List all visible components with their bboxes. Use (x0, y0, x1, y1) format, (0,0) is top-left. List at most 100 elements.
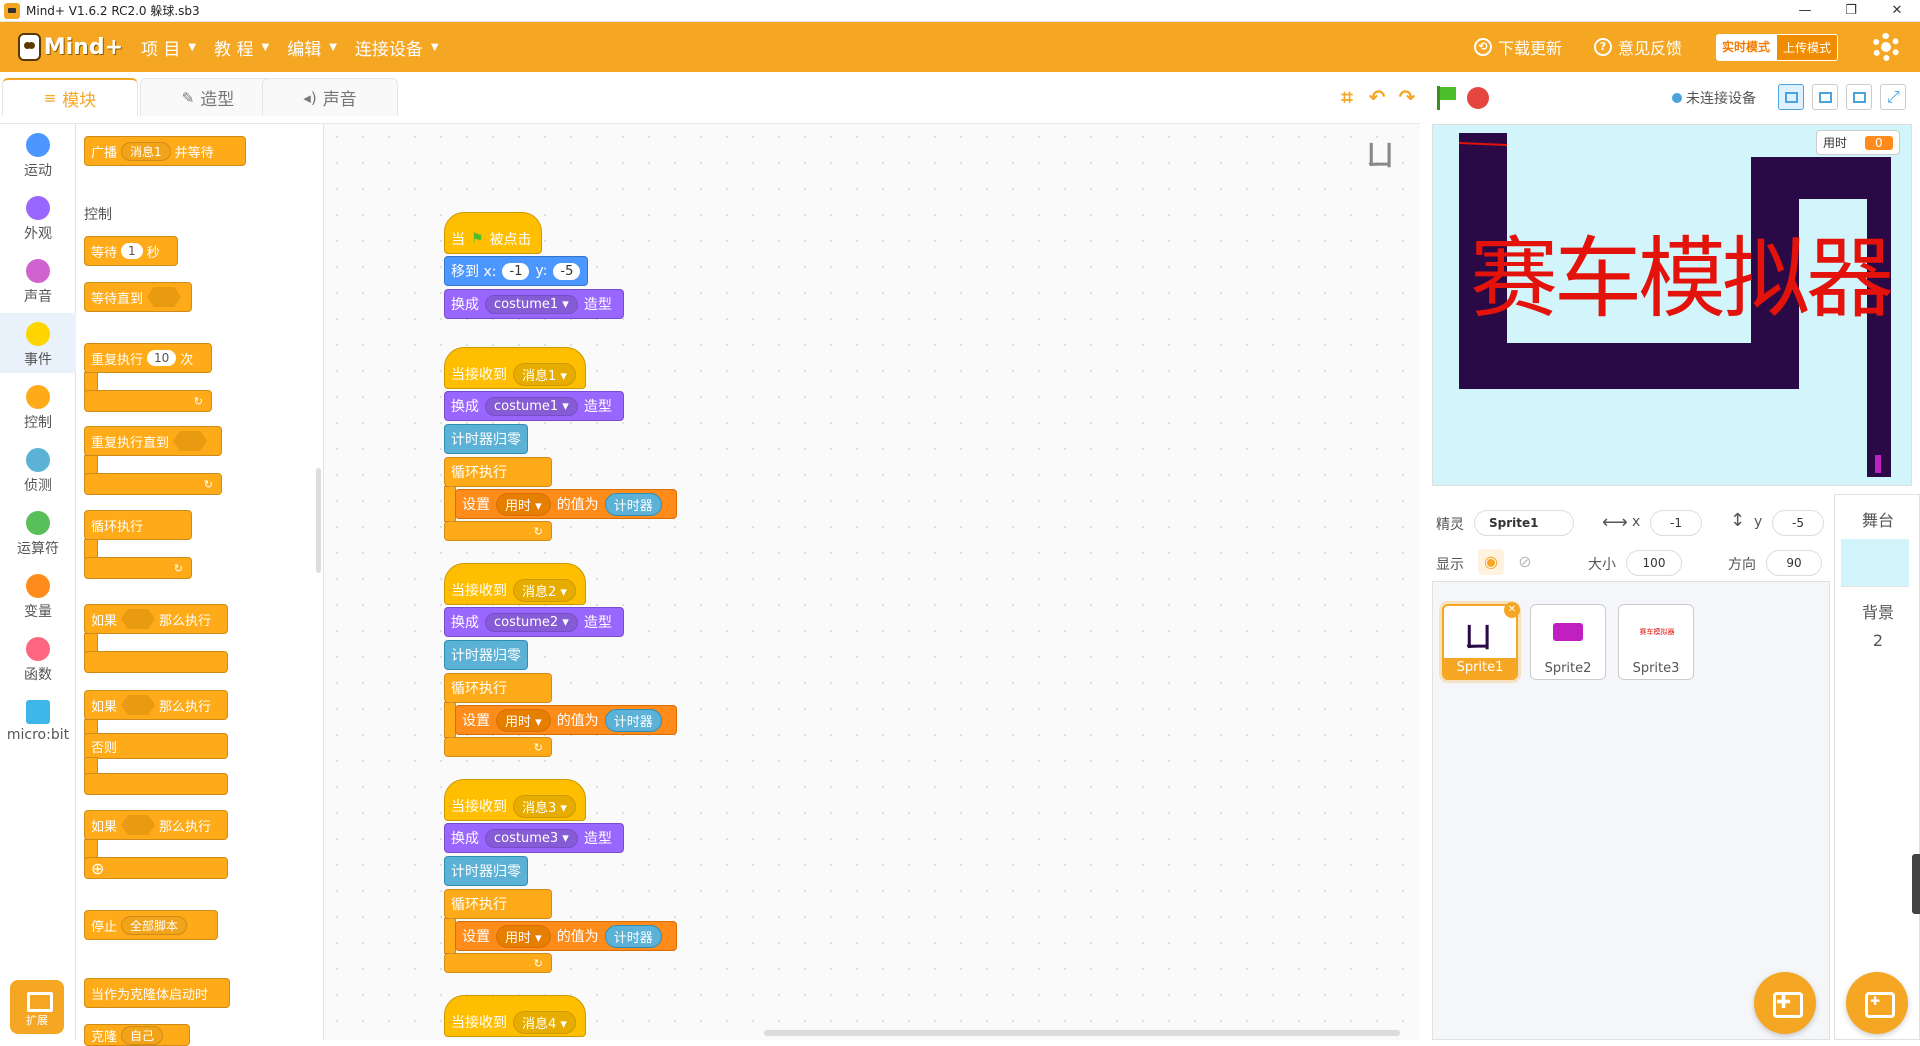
direction-input[interactable]: 90 (1766, 550, 1822, 576)
palette-scrollbar[interactable] (316, 468, 321, 573)
delete-sprite-icon[interactable]: ✕ (1504, 602, 1520, 618)
palette-block-repeat[interactable]: 重复执行 10 次 (84, 343, 212, 373)
tab-blocks[interactable]: ≡ 模块 (2, 78, 138, 116)
script-forever[interactable]: 循环执行 (444, 889, 552, 919)
category-control[interactable]: 控制 (0, 376, 76, 436)
tab-costumes[interactable]: ✎ 造型 (140, 78, 276, 116)
extensions-button[interactable]: 扩展 (10, 980, 64, 1034)
script-switch-costume[interactable]: 换成 costume1 ▾ 造型 (444, 391, 624, 421)
show-eye-icon[interactable]: ◉ (1478, 549, 1504, 575)
sprite-name-input[interactable]: Sprite1 (1474, 510, 1574, 536)
stage-selector[interactable]: 舞台 背景 2 (1834, 494, 1920, 1040)
message-dropdown[interactable]: 消息4 ▾ (513, 1010, 576, 1034)
menu-edit[interactable]: 编辑 ▼ (287, 35, 337, 60)
palette-block-wait[interactable]: 等待 1 秒 (84, 236, 178, 266)
palette-block-create-clone[interactable]: 克隆 自己 (84, 1024, 190, 1046)
script-when-receive-hat[interactable]: 当接收到 消息4 ▾ (444, 995, 586, 1037)
costume-dropdown[interactable]: costume2 ▾ (485, 612, 578, 632)
palette-block-if-else[interactable]: 如果 那么执行 (84, 690, 228, 720)
stage-backdrop-thumb[interactable] (1841, 539, 1909, 587)
palette-block-stop[interactable]: 停止 全部脚本 (84, 910, 218, 940)
upload-mode-button[interactable]: 上传模式 (1776, 34, 1839, 61)
costume-dropdown[interactable]: costume3 ▾ (485, 828, 578, 848)
menu-connect-device[interactable]: 连接设备 ▼ (355, 35, 439, 60)
category-variables[interactable]: 变量 (0, 565, 76, 625)
add-backdrop-button[interactable]: ✚ (1846, 972, 1908, 1034)
layout-small-stage-button[interactable] (1778, 84, 1804, 110)
redo-icon[interactable]: ↷ (1396, 86, 1418, 108)
category-operators[interactable]: 运算符 (0, 502, 76, 562)
script-flag-hat[interactable]: 当 ⚑ 被点击 (444, 212, 542, 254)
message-dropdown[interactable]: 消息1 (121, 141, 171, 161)
script-set-variable[interactable]: 设置 用时 ▾ 的值为 计时器 (455, 921, 677, 951)
minimize-button[interactable]: — (1782, 0, 1828, 22)
x-input[interactable]: -1 (502, 262, 530, 280)
message-dropdown[interactable]: 消息1 ▾ (513, 362, 576, 386)
category-functions[interactable]: 函数 (0, 628, 76, 688)
workspace-horizontal-scrollbar[interactable] (764, 1030, 1400, 1036)
script-set-variable[interactable]: 设置 用时 ▾ 的值为 计时器 (455, 705, 677, 735)
size-input[interactable]: 100 (1626, 550, 1682, 576)
feedback-button[interactable]: ? 意见反馈 (1594, 35, 1682, 59)
category-sensing[interactable]: 侦测 (0, 439, 76, 499)
sprite-thumb-sprite2[interactable]: Sprite2 (1530, 604, 1606, 680)
costume-dropdown[interactable]: costume1 ▾ (485, 294, 578, 314)
message-dropdown[interactable]: 消息2 ▾ (513, 578, 576, 602)
script-reset-timer[interactable]: 计时器归零 (444, 856, 528, 886)
variable-dropdown[interactable]: 用时 ▾ (496, 924, 551, 948)
hide-eye-icon[interactable]: ⊘ (1512, 549, 1538, 575)
layout-large-stage-button[interactable] (1846, 84, 1872, 110)
script-when-receive-hat[interactable]: 当接收到 消息1 ▾ (444, 347, 586, 389)
green-flag-button[interactable] (1434, 86, 1458, 110)
script-reset-timer[interactable]: 计时器归零 (444, 424, 528, 454)
tab-sounds[interactable]: ◂) 声音 (262, 78, 398, 116)
timer-reporter[interactable]: 计时器 (604, 492, 662, 516)
category-microbit[interactable]: micro:bit (0, 691, 76, 751)
script-switch-costume[interactable]: 换成 costume1 ▾ 造型 (444, 289, 624, 319)
palette-block-if-then-2[interactable]: 如果 那么执行 (84, 810, 228, 840)
category-motion[interactable]: 运动 (0, 124, 76, 184)
layout-normal-stage-button[interactable] (1812, 84, 1838, 110)
stop-option-dropdown[interactable]: 全部脚本 (121, 915, 188, 935)
crop-icon[interactable]: ⌗ (1336, 86, 1358, 108)
sprite-thumb-sprite3[interactable]: 赛车模拟器 Sprite3 (1618, 604, 1694, 680)
add-plus-icon[interactable]: ⊕ (91, 859, 104, 878)
palette-block-forever[interactable]: 循环执行 (84, 510, 192, 540)
mindplus-logo[interactable]: Mind+ (18, 27, 123, 67)
variable-dropdown[interactable]: 用时 ▾ (496, 492, 551, 516)
close-button[interactable]: ✕ (1874, 0, 1920, 22)
script-goto-xy[interactable]: 移到 x: -1 y: -5 (444, 256, 588, 286)
menu-tutorial[interactable]: 教 程 ▼ (214, 35, 269, 60)
live-mode-button[interactable]: 实时模式 (1716, 34, 1777, 61)
script-reset-timer[interactable]: 计时器归零 (444, 640, 528, 670)
timer-reporter[interactable]: 计时器 (604, 924, 662, 948)
fullscreen-button[interactable]: ⤢ (1880, 84, 1906, 110)
message-dropdown[interactable]: 消息3 ▾ (513, 794, 576, 818)
variable-dropdown[interactable]: 用时 ▾ (496, 708, 551, 732)
script-forever[interactable]: 循环执行 (444, 457, 552, 487)
x-input[interactable]: -1 (1650, 510, 1702, 536)
undo-icon[interactable]: ↶ (1366, 86, 1388, 108)
script-set-variable[interactable]: 设置 用时 ▾ 的值为 计时器 (455, 489, 677, 519)
settings-gear-icon[interactable] (1872, 33, 1900, 61)
category-sound[interactable]: 声音 (0, 250, 76, 310)
script-switch-costume[interactable]: 换成 costume2 ▾ 造型 (444, 607, 624, 637)
palette-block-repeat-until[interactable]: 重复执行直到 (84, 426, 222, 456)
download-update-button[interactable]: ⟲ 下载更新 (1474, 35, 1562, 59)
category-events[interactable]: 事件 (0, 313, 76, 373)
sprite-thumb-sprite1[interactable]: ㄩ ✕ Sprite1 (1442, 602, 1520, 680)
add-sprite-button[interactable]: ✚ (1754, 972, 1816, 1034)
side-handle[interactable] (1912, 854, 1920, 914)
script-forever[interactable]: 循环执行 (444, 673, 552, 703)
script-when-receive-hat[interactable]: 当接收到 消息2 ▾ (444, 563, 586, 605)
y-input[interactable]: -5 (1772, 510, 1824, 536)
script-switch-costume[interactable]: 换成 costume3 ▾ 造型 (444, 823, 624, 853)
category-looks[interactable]: 外观 (0, 187, 76, 247)
palette-block-if-then[interactable]: 如果 那么执行 (84, 604, 228, 634)
maximize-button[interactable]: ❐ (1828, 0, 1874, 22)
palette-block-wait-until[interactable]: 等待直到 (84, 282, 192, 312)
script-when-receive-hat[interactable]: 当接收到 消息3 ▾ (444, 779, 586, 821)
palette-block-broadcast-wait[interactable]: 广播 消息1 并等待 (84, 136, 246, 166)
costume-dropdown[interactable]: costume1 ▾ (485, 396, 578, 416)
stop-button[interactable] (1467, 87, 1489, 109)
